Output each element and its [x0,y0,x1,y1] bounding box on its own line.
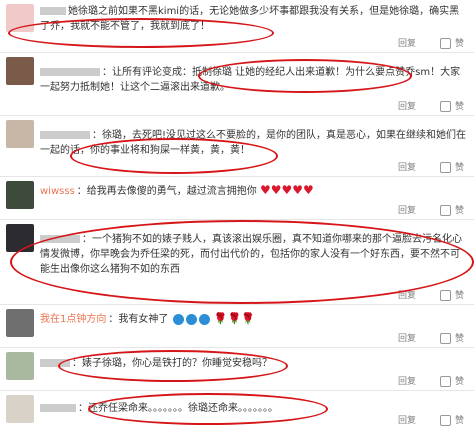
comment-username[interactable] [40,403,76,414]
avatar[interactable] [6,57,34,85]
reply-button[interactable]: 回复 [398,99,416,112]
comment-item: ：还乔任梁命来。。。。。。。徐璐还命来。。。。。。。 回复 赞 [0,391,474,429]
like-button[interactable]: 赞 [439,413,464,426]
reply-button[interactable]: 回复 [398,331,416,344]
like-button[interactable]: 赞 [439,36,464,49]
like-button[interactable]: 赞 [439,288,464,301]
thumbs-up-icon [439,333,451,344]
thumbs-up-icon [439,376,451,387]
comment-item: ：徐璐，去死吧!没见过这么不要脸的，是你的团队，真是恶心，如果在继续和她们在一起… [0,116,474,177]
reply-button[interactable]: 回复 [398,160,416,173]
comment-username[interactable] [40,358,70,369]
thumbs-up-icon [439,415,451,426]
comment-body: ：一个猪狗不如的婊子贱人，真该滚出娱乐圈，真不知道你哪来的那个逼脸去污名化心情发… [40,232,466,277]
reply-button[interactable]: 回复 [398,36,416,49]
comment-body: ：婊子徐璐，你心是铁打的？你睡觉安稳吗？ [40,356,466,371]
comment-text: ：还乔任梁命来。。。。。。。徐璐还命来。。。。。。。 [78,403,278,414]
rose-icon: 🌹🌹🌹 [213,312,255,325]
thumbs-up-icon [439,38,451,49]
comment-username[interactable]: wiwsss [40,186,75,197]
like-button[interactable]: 赞 [439,203,464,216]
comment-item: 她徐璐之前如果不黑kimi的话，无论她做多少坏事都跟我没有关系，但是她徐璐，确实… [0,0,474,53]
avatar[interactable] [6,120,34,148]
like-button[interactable]: 赞 [439,331,464,344]
avatar[interactable] [6,352,34,380]
comment-text: ：婊子徐璐，你心是铁打的？你睡觉安稳吗？ [72,358,272,369]
thumbs-up-icon [439,162,451,173]
avatar[interactable] [6,395,34,423]
doraemon-icon [185,313,197,325]
comment-text: ：让所有评论变成：抵制徐璐 让她的经纪人出来道歉！为什么要点赞乔sm！大家一起努… [40,67,461,93]
thumbs-up-icon [439,290,451,301]
like-button[interactable]: 赞 [439,99,464,112]
comment-item: wiwsss ：给我再去像傻的勇气，越过流言拥抱你 ♥♥♥♥♥ 回复 赞 [0,177,474,220]
comment-username[interactable] [40,234,80,245]
doraemon-icon [198,313,210,325]
reply-button[interactable]: 回复 [398,413,416,426]
comment-text: ：我有女神了 [108,314,169,325]
reply-button[interactable]: 回复 [398,203,416,216]
comment-username[interactable] [40,67,100,78]
comment-text: ：一个猪狗不如的婊子贱人，真该滚出娱乐圈，真不知道你哪来的那个逼脸去污名化心情发… [40,234,462,275]
comment-body: ：让所有评论变成：抵制徐璐 让她的经纪人出来道歉！为什么要点赞乔sm！大家一起努… [40,65,466,95]
avatar[interactable] [6,181,34,209]
like-button[interactable]: 赞 [439,374,464,387]
comment-username[interactable] [40,130,90,141]
reply-button[interactable]: 回复 [398,288,416,301]
avatar[interactable] [6,4,34,32]
comment-text: ：给我再去像傻的勇气，越过流言拥抱你 [76,186,257,197]
comment-item: ：一个猪狗不如的婊子贱人，真该滚出娱乐圈，真不知道你哪来的那个逼脸去污名化心情发… [0,220,474,305]
comment-body: ：徐璐，去死吧!没见过这么不要脸的，是你的团队，真是恶心，如果在继续和她们在一起… [40,128,466,158]
reply-button[interactable]: 回复 [398,374,416,387]
like-button[interactable]: 赞 [439,160,464,173]
heart-icon: ♥♥♥♥♥ [259,183,314,197]
avatar[interactable] [6,309,34,337]
doraemon-icon [172,313,184,325]
comment-username[interactable] [40,6,66,17]
thumbs-up-icon [439,101,451,112]
comment-text: 她徐璐之前如果不黑kimi的话，无论她做多少坏事都跟我没有关系，但是她徐璐，确实… [40,6,460,32]
comment-body: 她徐璐之前如果不黑kimi的话，无论她做多少坏事都跟我没有关系，但是她徐璐，确实… [40,4,466,34]
comment-body: 我在1点钟方向 ：我有女神了 🌹🌹🌹 [40,311,466,327]
comment-username[interactable]: 我在1点钟方向 [40,314,106,325]
comment-item: 我在1点钟方向 ：我有女神了 🌹🌹🌹 回复 赞 [0,305,474,348]
thumbs-up-icon [439,205,451,216]
comment-item: ：让所有评论变成：抵制徐璐 让她的经纪人出来道歉！为什么要点赞乔sm！大家一起努… [0,53,474,116]
comment-item: ：婊子徐璐，你心是铁打的？你睡觉安稳吗？ 回复 赞 [0,348,474,391]
comment-text: ：徐璐，去死吧!没见过这么不要脸的，是你的团队，真是恶心，如果在继续和她们在一起… [40,130,467,156]
comment-body: wiwsss ：给我再去像傻的勇气，越过流言拥抱你 ♥♥♥♥♥ [40,183,466,199]
avatar[interactable] [6,224,34,252]
